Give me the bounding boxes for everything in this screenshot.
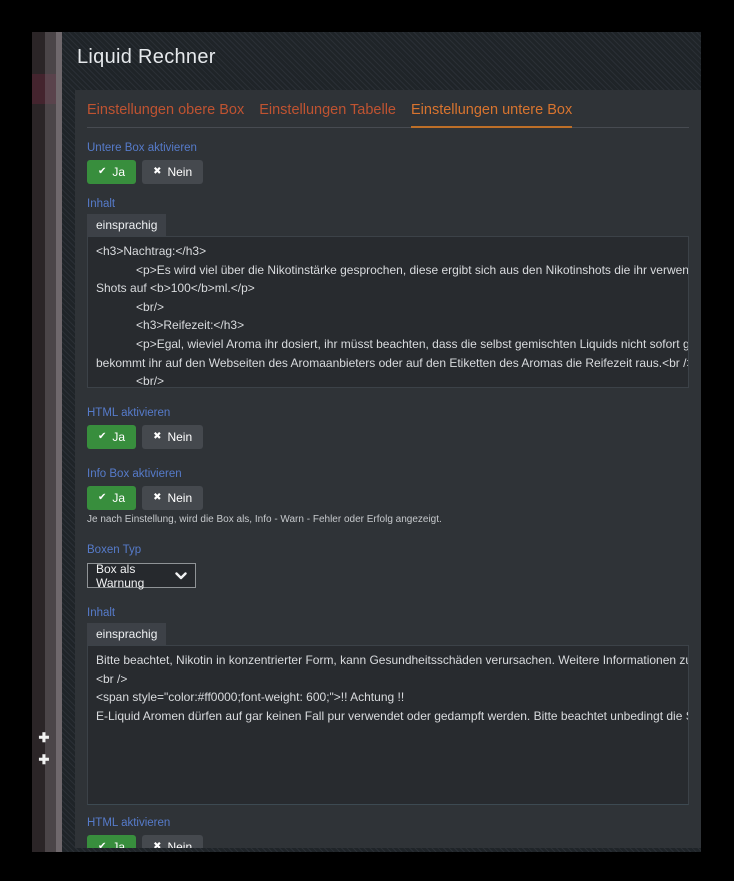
untere-box-toggle: ✔ Ja ✖ Nein (87, 160, 689, 184)
language-tab-einsprachig[interactable]: einsprachig (87, 214, 166, 236)
inhalt-textarea-untere-box[interactable]: <h3>Nachtrag:</h3> <p>Es wird viel über … (87, 236, 689, 388)
html2-yes-button[interactable]: ✔ Ja (87, 835, 136, 848)
inhalt-label: Inhalt (87, 198, 689, 210)
x-icon: ✖ (153, 432, 161, 442)
check-icon: ✔ (98, 432, 106, 442)
info-box-help-text: Je nach Einstellung, wird die Box als, I… (87, 514, 689, 525)
plus-icon[interactable]: ✚ (33, 752, 55, 768)
admin-sidebar-rail: ✚ ✚ (32, 32, 62, 852)
rail-highlight-segment (32, 74, 45, 104)
x-icon: ✖ (153, 167, 161, 177)
no-label: Nein (167, 430, 192, 444)
infobox-no-button[interactable]: ✖ Nein (142, 486, 203, 510)
tab-einstellungen-tabelle[interactable]: Einstellungen Tabelle (259, 102, 396, 118)
plus-icon[interactable]: ✚ (33, 730, 55, 746)
html-aktivieren-toggle: ✔ Ja ✖ Nein (87, 425, 689, 449)
html-aktivieren-toggle: ✔ Ja ✖ Nein (87, 835, 689, 848)
check-icon: ✔ (98, 167, 106, 177)
boxen-typ-label: Boxen Typ (87, 544, 689, 556)
html1-no-button[interactable]: ✖ Nein (142, 425, 203, 449)
language-tab-einsprachig[interactable]: einsprachig (87, 623, 166, 645)
boxen-typ-select[interactable]: Box als Warnung (87, 563, 196, 588)
chevron-down-icon (175, 569, 187, 583)
info-box-label: Info Box aktivieren (87, 468, 689, 480)
rail-strip-light (45, 32, 56, 852)
html-aktivieren-label: HTML aktivieren (87, 817, 689, 829)
inhalt-label: Inhalt (87, 607, 689, 619)
main-area: Liquid Rechner Einstellungen obere Box E… (62, 32, 701, 852)
untere-box-no-button[interactable]: ✖ Nein (142, 160, 203, 184)
infobox-yes-button[interactable]: ✔ Ja (87, 486, 136, 510)
rail-strip-dark (32, 32, 45, 852)
app-window: ✚ ✚ Liquid Rechner Einstellungen obere B… (32, 32, 701, 852)
boxen-typ-selected-value: Box als Warnung (96, 562, 175, 590)
check-icon: ✔ (98, 493, 106, 503)
html2-no-button[interactable]: ✖ Nein (142, 835, 203, 848)
no-label: Nein (167, 491, 192, 505)
x-icon: ✖ (153, 493, 161, 503)
inhalt-textarea-info-box[interactable]: Bitte beachtet, Nikotin in konzentrierte… (87, 645, 689, 805)
html1-yes-button[interactable]: ✔ Ja (87, 425, 136, 449)
settings-tabs: Einstellungen obere Box Einstellungen Ta… (87, 102, 689, 128)
tab-einstellungen-untere-box[interactable]: Einstellungen untere Box (411, 102, 572, 118)
untere-box-yes-button[interactable]: ✔ Ja (87, 160, 136, 184)
page-title: Liquid Rechner (77, 46, 216, 69)
tab-einstellungen-obere-box[interactable]: Einstellungen obere Box (87, 102, 244, 118)
rail-highlight-segment (45, 74, 56, 104)
x-icon: ✖ (153, 842, 161, 848)
no-label: Nein (167, 840, 192, 848)
html-aktivieren-label: HTML aktivieren (87, 407, 689, 419)
yes-label: Ja (112, 491, 125, 505)
no-label: Nein (167, 165, 192, 179)
info-box-toggle: ✔ Ja ✖ Nein (87, 486, 689, 510)
yes-label: Ja (112, 430, 125, 444)
settings-panel: Einstellungen obere Box Einstellungen Ta… (75, 90, 701, 848)
yes-label: Ja (112, 165, 125, 179)
untere-box-label: Untere Box aktivieren (87, 142, 689, 154)
yes-label: Ja (112, 840, 125, 848)
check-icon: ✔ (98, 842, 106, 848)
